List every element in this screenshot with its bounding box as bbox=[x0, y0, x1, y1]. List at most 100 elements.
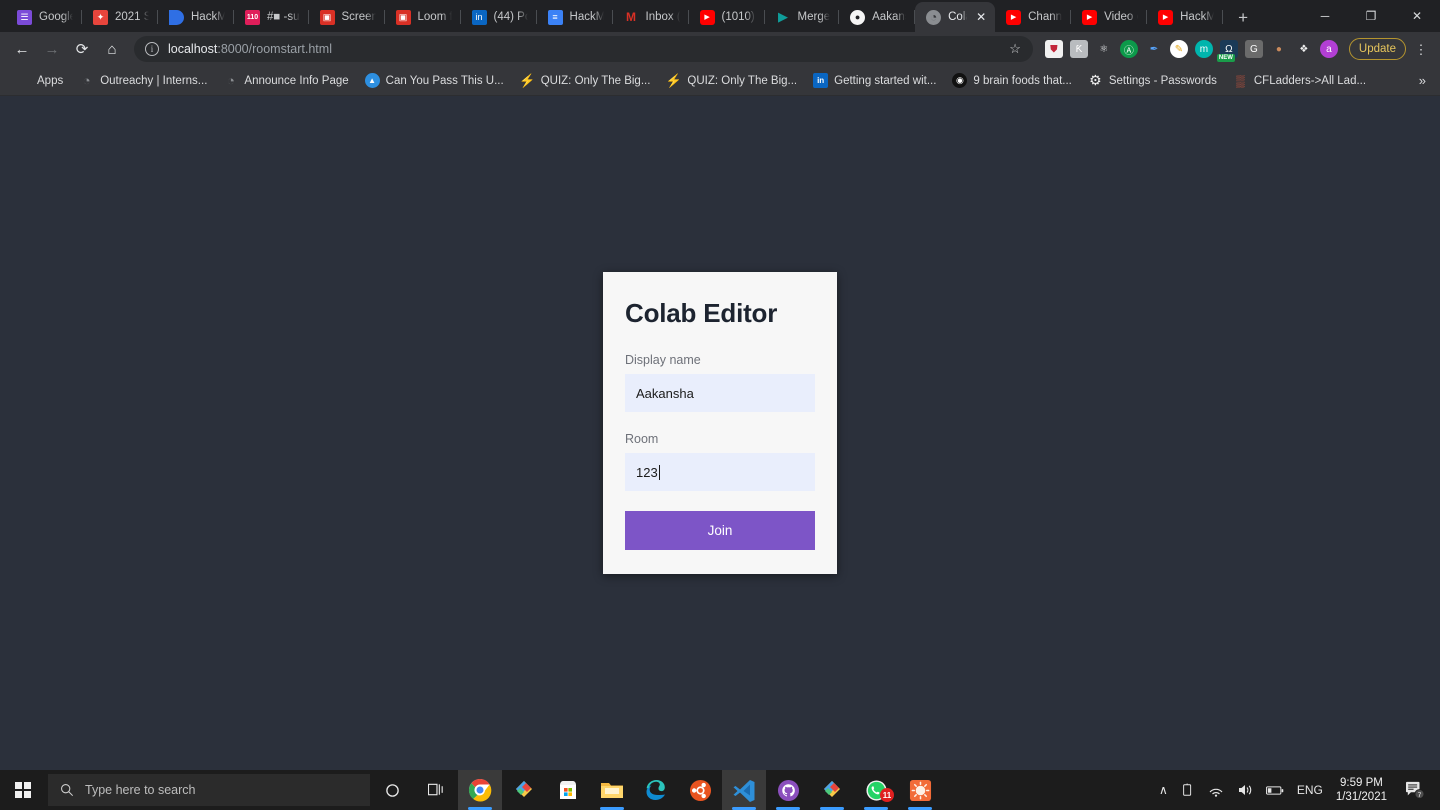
browser-tab[interactable]: ☰ Google bbox=[6, 2, 82, 32]
linkedin-icon: in bbox=[813, 73, 829, 88]
extension-new-badge: NEW bbox=[1216, 54, 1235, 62]
browser-tab[interactable]: in (44) Pos bbox=[461, 2, 537, 32]
react-devtools-extension[interactable]: ⚛ bbox=[1094, 40, 1113, 58]
chrome-taskbar-icon[interactable] bbox=[458, 770, 502, 810]
reload-icon[interactable]: ⟳ bbox=[68, 35, 96, 63]
wifi-icon[interactable] bbox=[1208, 784, 1224, 797]
page-title: Colab Editor bbox=[625, 298, 778, 328]
bookmark-item[interactable]: ⚡ QUIZ: Only The Big... bbox=[512, 69, 659, 93]
ubuntu-icon[interactable] bbox=[678, 770, 722, 810]
profile-avatar[interactable]: a bbox=[1319, 40, 1338, 58]
start-button[interactable] bbox=[0, 770, 46, 810]
volume-icon[interactable] bbox=[1237, 783, 1253, 797]
display-name-input[interactable]: Aakansha bbox=[625, 374, 815, 412]
bookmark-item[interactable]: Apps bbox=[8, 69, 71, 93]
site-info-icon[interactable]: i bbox=[145, 42, 159, 56]
forward-icon[interactable]: → bbox=[38, 35, 66, 63]
extensions-puzzle-icon[interactable]: ❖ bbox=[1294, 40, 1313, 58]
browser-tab[interactable]: ▣ Loom fo bbox=[385, 2, 461, 32]
cortana-icon[interactable] bbox=[370, 770, 414, 810]
browser-tab[interactable]: ▶ Video c bbox=[1071, 2, 1148, 32]
address-bar[interactable]: i localhost:8000/roomstart.html ☆ bbox=[134, 36, 1033, 62]
grammarly-extension[interactable]: G bbox=[1244, 40, 1263, 58]
security-shield-extension[interactable]: ⛊ bbox=[1044, 40, 1063, 58]
accessibility-extension[interactable]: Ƙ bbox=[1069, 40, 1088, 58]
browser-tab[interactable]: ✦ 2021 Se bbox=[82, 2, 158, 32]
text-caret bbox=[658, 464, 660, 480]
browser-tab[interactable]: HackMo bbox=[158, 2, 234, 32]
room-value: 123 bbox=[636, 464, 658, 480]
browser-tab[interactable]: ▶ (1010) S bbox=[689, 2, 765, 32]
browser-tab[interactable]: 110 #■ -su bbox=[234, 2, 309, 32]
bookmark-item[interactable]: in Getting started wit... bbox=[805, 69, 944, 93]
bookmark-item[interactable]: ◔ Outreachy | Interns... bbox=[71, 69, 215, 93]
quiz-water-icon: ▲ bbox=[364, 73, 380, 88]
bookmark-item[interactable]: ▒ CFLadders->All Lad... bbox=[1225, 69, 1374, 93]
notification-center-button[interactable]: 7 bbox=[1400, 781, 1430, 799]
marker-extension[interactable]: ✎ bbox=[1169, 40, 1188, 58]
octotree-extension[interactable]: Ⓐ bbox=[1119, 40, 1138, 58]
tab-close-icon[interactable]: ✕ bbox=[976, 11, 986, 23]
github-desktop-icon[interactable] bbox=[766, 770, 810, 810]
join-button[interactable]: Join bbox=[625, 511, 815, 550]
onedrive-icon[interactable] bbox=[1181, 783, 1195, 797]
update-button[interactable]: Update bbox=[1348, 38, 1406, 60]
highlighter-pen-extension[interactable]: ✒ bbox=[1144, 40, 1163, 58]
room-input[interactable]: 123 bbox=[625, 453, 815, 491]
maximize-button[interactable]: ❐ bbox=[1348, 0, 1394, 32]
youtube-icon: ▶ bbox=[1158, 9, 1174, 25]
chrome-menu-icon[interactable]: ⋮ bbox=[1410, 43, 1432, 56]
close-window-button[interactable]: ✕ bbox=[1394, 0, 1440, 32]
microsoft-store-icon[interactable] bbox=[546, 770, 590, 810]
bookmark-label: QUIZ: Only The Big... bbox=[540, 74, 651, 87]
new-badge-extension[interactable]: Ω NEW bbox=[1216, 40, 1238, 62]
microsoft-edge-icon[interactable] bbox=[634, 770, 678, 810]
browser-tab[interactable]: ▶ Merge bbox=[765, 2, 840, 32]
taskbar-clock[interactable]: 9:59 PM 1/31/2021 bbox=[1336, 776, 1387, 804]
notification-icon: 7 bbox=[1406, 781, 1425, 799]
loom-icon: ▣ bbox=[395, 9, 411, 25]
paint3d-taskbar-icon-2[interactable] bbox=[810, 770, 854, 810]
vscode-icon[interactable] bbox=[722, 770, 766, 810]
bookmark-item[interactable]: ▲ Can You Pass This U... bbox=[357, 69, 512, 93]
bookmark-star-icon[interactable]: ☆ bbox=[999, 41, 1021, 57]
bookmark-item[interactable]: ⚙ Settings - Passwords bbox=[1080, 69, 1225, 93]
bookmark-item[interactable]: ⚡ QUIZ: Only The Big... bbox=[658, 69, 805, 93]
windows-logo-icon bbox=[15, 782, 31, 798]
home-icon[interactable]: ⌂ bbox=[98, 35, 126, 63]
back-icon[interactable]: ← bbox=[8, 35, 36, 63]
browser-tab[interactable]: ● Aakans bbox=[839, 2, 916, 32]
slack-icon: 110 bbox=[245, 9, 260, 25]
minimize-button[interactable]: ─ bbox=[1302, 0, 1348, 32]
bookmark-item[interactable]: ◔ Announce Info Page bbox=[215, 69, 356, 93]
cookie-editor-extension[interactable]: ● bbox=[1269, 40, 1288, 58]
momentum-extension[interactable]: m bbox=[1194, 40, 1213, 58]
gmail-icon: M bbox=[626, 10, 637, 24]
browser-tab[interactable]: ▣ Screen bbox=[309, 2, 385, 32]
bookmark-label: Getting started wit... bbox=[834, 74, 937, 87]
new-tab-button[interactable]: + bbox=[1229, 4, 1257, 32]
whatsapp-icon[interactable]: 11 bbox=[854, 770, 898, 810]
browser-tab[interactable]: ≡ HackMo bbox=[537, 2, 613, 32]
tab-title: Loom fo bbox=[417, 11, 452, 23]
url-text: localhost:8000/roomstart.html bbox=[168, 42, 332, 56]
youtube-icon: ▶ bbox=[1082, 9, 1098, 25]
task-view-icon[interactable] bbox=[414, 770, 458, 810]
browser-tab[interactable]: M Inbox ( bbox=[613, 2, 689, 32]
file-explorer-icon[interactable] bbox=[590, 770, 634, 810]
bookmark-label: Apps bbox=[37, 74, 64, 87]
bookmarks-overflow-icon[interactable]: » bbox=[1419, 73, 1432, 88]
browser-tab[interactable]: ▶ Channe bbox=[995, 2, 1072, 32]
browser-window: ☰ Google ✦ 2021 Se HackMo 110 #■ -su ▣ Screen ▣ Lo… bbox=[0, 0, 1440, 770]
tray-chevron-icon[interactable]: ∧ bbox=[1159, 783, 1168, 797]
paint3d-taskbar-icon[interactable] bbox=[502, 770, 546, 810]
language-indicator[interactable]: ENG bbox=[1297, 783, 1323, 797]
tab-title: #■ -su bbox=[267, 11, 300, 23]
browser-tab[interactable]: ▶ HackMo bbox=[1147, 2, 1224, 32]
browser-tab[interactable]: ◔ Cola ✕ bbox=[915, 2, 996, 32]
globe-icon: ◔ bbox=[226, 73, 235, 88]
bookmark-item[interactable]: ◉ 9 brain foods that... bbox=[944, 69, 1079, 93]
taskbar-search-input[interactable]: Type here to search bbox=[48, 774, 370, 806]
screen-recorder-icon[interactable] bbox=[898, 770, 942, 810]
battery-icon[interactable] bbox=[1265, 785, 1284, 796]
